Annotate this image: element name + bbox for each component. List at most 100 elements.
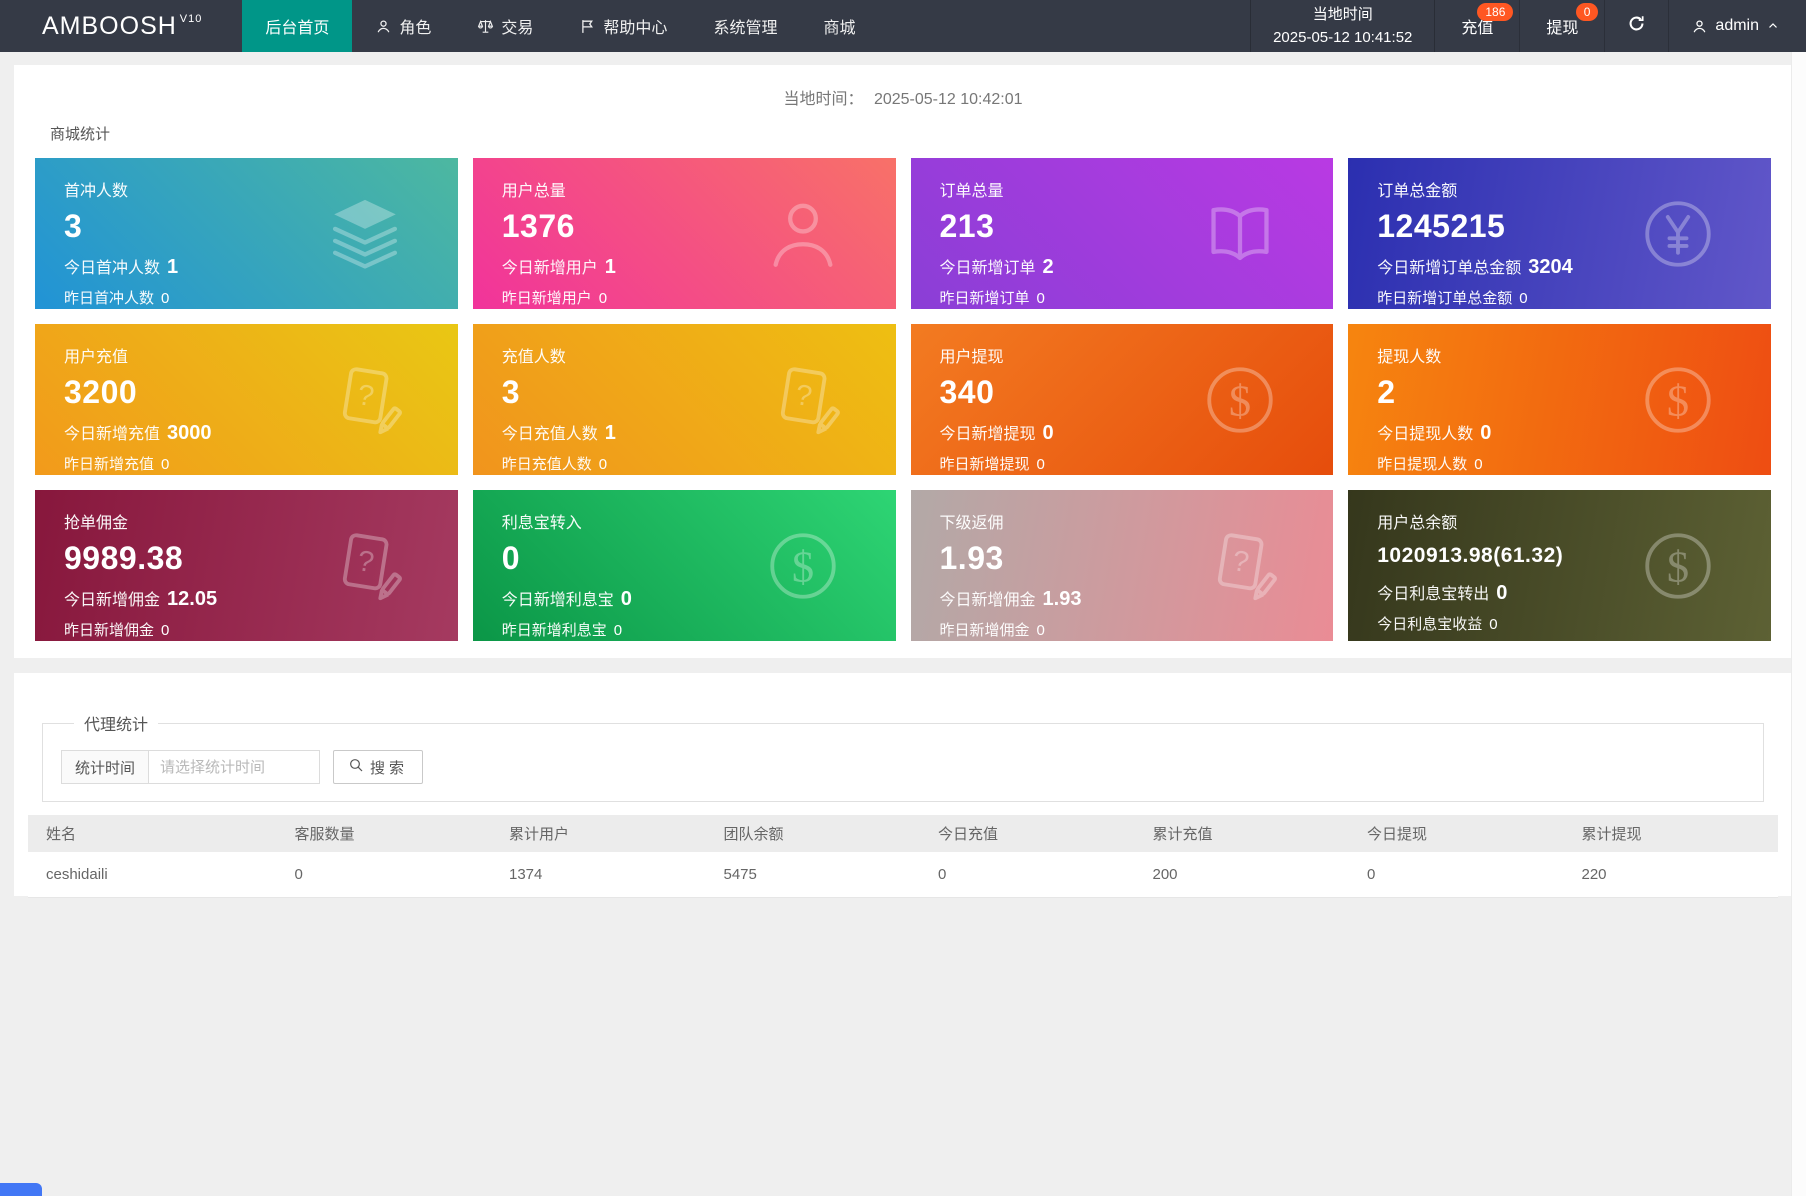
card-yesterday-value: 0 bbox=[1519, 290, 1528, 307]
card-yesterday-label: 昨日新增提现 bbox=[939, 456, 1030, 473]
menu-label: 后台首页 bbox=[265, 20, 330, 37]
menu-item-dashboard[interactable]: 后台首页 bbox=[242, 0, 353, 52]
user-name: admin bbox=[1715, 17, 1759, 34]
card-yesterday-label: 昨日充值人数 bbox=[501, 456, 592, 473]
card-today-value: 1 bbox=[604, 256, 616, 278]
stat-cards-grid: 首冲人数 3 今日首冲人数 1 昨日首冲人数 0 用户总量 1376 今日新增用… bbox=[35, 158, 1771, 641]
card-today-label: 今日提现人数 bbox=[1377, 426, 1474, 443]
cell-total-withdraw: 220 bbox=[1563, 852, 1778, 898]
table-header-row: 姓名 客服数量 累计用户 团队余额 今日充值 累计充值 今日提现 累计提现 bbox=[28, 815, 1778, 852]
card-today-value: 1 bbox=[604, 422, 616, 444]
stat-card-withdraw-users: 提现人数 2 今日提现人数 0 昨日提现人数 0 $ bbox=[1348, 324, 1771, 475]
card-today-value: 1 bbox=[167, 256, 179, 278]
card-today-label: 今日新增提现 bbox=[939, 426, 1036, 443]
recharge-button[interactable]: 充值 186 bbox=[1435, 0, 1521, 52]
top-navbar: AMBOOSH V10 后台首页 角色 交易 帮助中心 系统管理 商城 当地时间… bbox=[0, 0, 1806, 52]
stats-time-label: 统计时间 bbox=[61, 750, 149, 784]
local-time-label: 当地时间 bbox=[1312, 5, 1373, 23]
card-yesterday-value: 0 bbox=[161, 456, 170, 473]
card-today-value: 3000 bbox=[167, 422, 212, 444]
agent-stats-legend: 代理统计 bbox=[84, 717, 149, 734]
edit-document-icon: ? bbox=[324, 525, 406, 607]
card-yesterday-line: 昨日新增订单 0 bbox=[940, 287, 1334, 308]
search-button[interactable]: 搜索 bbox=[333, 750, 424, 784]
card-today-value: 2 bbox=[1042, 256, 1054, 278]
scale-icon bbox=[477, 18, 494, 35]
dollar-circle-icon: $ bbox=[1199, 359, 1281, 441]
card-yesterday-line: 今日利息宝收益 0 bbox=[1377, 613, 1771, 634]
svg-text:?: ? bbox=[355, 545, 376, 579]
chevron-up-icon bbox=[1766, 19, 1780, 33]
edit-document-icon: ? bbox=[324, 359, 406, 441]
card-yesterday-label: 昨日首冲人数 bbox=[64, 290, 155, 307]
refresh-icon bbox=[1627, 14, 1646, 38]
column-header-total-recharge: 累计充值 bbox=[1134, 815, 1349, 852]
card-today-label: 今日新增订单总金额 bbox=[1377, 260, 1522, 277]
content-time-value: 2025-05-12 10:42:01 bbox=[873, 91, 1023, 108]
card-today-label: 今日新增充值 bbox=[64, 426, 161, 443]
user-icon bbox=[1691, 18, 1708, 35]
menu-item-help-center[interactable]: 帮助中心 bbox=[556, 0, 690, 52]
card-today-label: 今日利息宝转出 bbox=[1377, 586, 1490, 603]
column-header-today-recharge: 今日充值 bbox=[920, 815, 1135, 852]
stat-card-total-users: 用户总量 1376 今日新增用户 1 昨日新增用户 0 bbox=[472, 158, 896, 309]
stats-time-input[interactable] bbox=[148, 750, 321, 784]
card-today-label: 今日充值人数 bbox=[501, 426, 598, 443]
card-yesterday-value: 0 bbox=[598, 456, 608, 473]
card-yesterday-line: 昨日新增用户 0 bbox=[502, 287, 896, 308]
withdraw-label: 提现 bbox=[1546, 20, 1579, 37]
content-time-label: 当地时间： bbox=[783, 91, 864, 108]
card-yesterday-line: 昨日充值人数 0 bbox=[502, 453, 896, 474]
table-row: ceshidaili 0 1374 5475 0 200 0 220 bbox=[28, 852, 1778, 898]
agent-stats-panel: 代理统计 统计时间 搜索 姓名 客服数量 累计用户 bbox=[14, 673, 1792, 898]
search-button-label: 搜索 bbox=[370, 759, 409, 777]
stat-card-user-withdraw: 用户提现 340 今日新增提现 0 昨日新增提现 0 $ bbox=[910, 324, 1334, 475]
menu-item-roles[interactable]: 角色 bbox=[352, 0, 454, 52]
cell-name: ceshidaili bbox=[28, 852, 277, 898]
menu-item-trade[interactable]: 交易 bbox=[454, 0, 556, 52]
card-yesterday-value: 0 bbox=[613, 622, 623, 639]
card-today-label: 今日新增利息宝 bbox=[501, 592, 614, 609]
card-yesterday-label: 昨日新增订单总金额 bbox=[1377, 290, 1513, 307]
card-yesterday-label: 今日利息宝收益 bbox=[1377, 616, 1483, 633]
card-today-label: 今日首冲人数 bbox=[64, 260, 161, 277]
refresh-button[interactable] bbox=[1605, 0, 1670, 52]
card-yesterday-value: 0 bbox=[161, 290, 170, 307]
content-local-time: 当地时间： 2025-05-12 10:42:01 bbox=[35, 85, 1771, 109]
cell-service-count: 0 bbox=[276, 852, 491, 898]
brand-name: AMBOOSH bbox=[42, 11, 177, 40]
card-yesterday-line: 昨日新增提现 0 bbox=[940, 453, 1334, 474]
withdraw-button[interactable]: 提现 0 bbox=[1520, 0, 1606, 52]
card-today-value: 1.93 bbox=[1042, 588, 1082, 610]
agent-filter-row: 统计时间 搜索 bbox=[61, 750, 1745, 784]
dollar-circle-icon: $ bbox=[762, 525, 844, 607]
cell-total-recharge: 200 bbox=[1134, 852, 1349, 898]
cell-today-withdraw: 0 bbox=[1349, 852, 1564, 898]
svg-text:$: $ bbox=[791, 541, 813, 591]
menu-item-mall[interactable]: 商城 bbox=[800, 0, 878, 52]
card-today-value: 0 bbox=[1496, 582, 1508, 604]
card-yesterday-value: 0 bbox=[598, 290, 608, 307]
menu-item-system[interactable]: 系统管理 bbox=[690, 0, 800, 52]
withdraw-count-badge: 0 bbox=[1575, 3, 1599, 21]
card-today-value: 0 bbox=[1042, 422, 1054, 444]
svg-text:$: $ bbox=[1667, 541, 1689, 591]
column-header-total-users: 累计用户 bbox=[491, 815, 706, 852]
edit-document-icon: ? bbox=[1199, 525, 1281, 607]
cell-team-balance: 5475 bbox=[705, 852, 920, 898]
user-menu[interactable]: admin bbox=[1669, 0, 1806, 52]
recharge-count-badge: 186 bbox=[1477, 3, 1514, 21]
card-yesterday-line: 昨日新增利息宝 0 bbox=[502, 619, 896, 640]
card-yesterday-label: 昨日新增订单 bbox=[939, 290, 1030, 307]
menu-label: 商城 bbox=[823, 20, 856, 37]
stats-section-title: 商城统计 bbox=[50, 126, 111, 143]
card-yesterday-line: 昨日提现人数 0 bbox=[1377, 453, 1771, 474]
menu-label: 系统管理 bbox=[713, 20, 778, 37]
card-yesterday-value: 0 bbox=[1036, 456, 1045, 473]
card-today-value: 0 bbox=[1480, 422, 1492, 444]
local-time-value: 2025-05-12 10:41:52 bbox=[1273, 29, 1413, 46]
stat-card-sub-rebate: 下级返佣 1.93 今日新增佣金 1.93 昨日新增佣金 0 ? bbox=[910, 490, 1334, 641]
main-content: 当地时间： 2025-05-12 10:42:01 商城统计 首冲人数 3 今日… bbox=[0, 52, 1806, 898]
scrollbar-track[interactable] bbox=[1791, 52, 1806, 1196]
edit-document-icon: ? bbox=[762, 359, 844, 441]
